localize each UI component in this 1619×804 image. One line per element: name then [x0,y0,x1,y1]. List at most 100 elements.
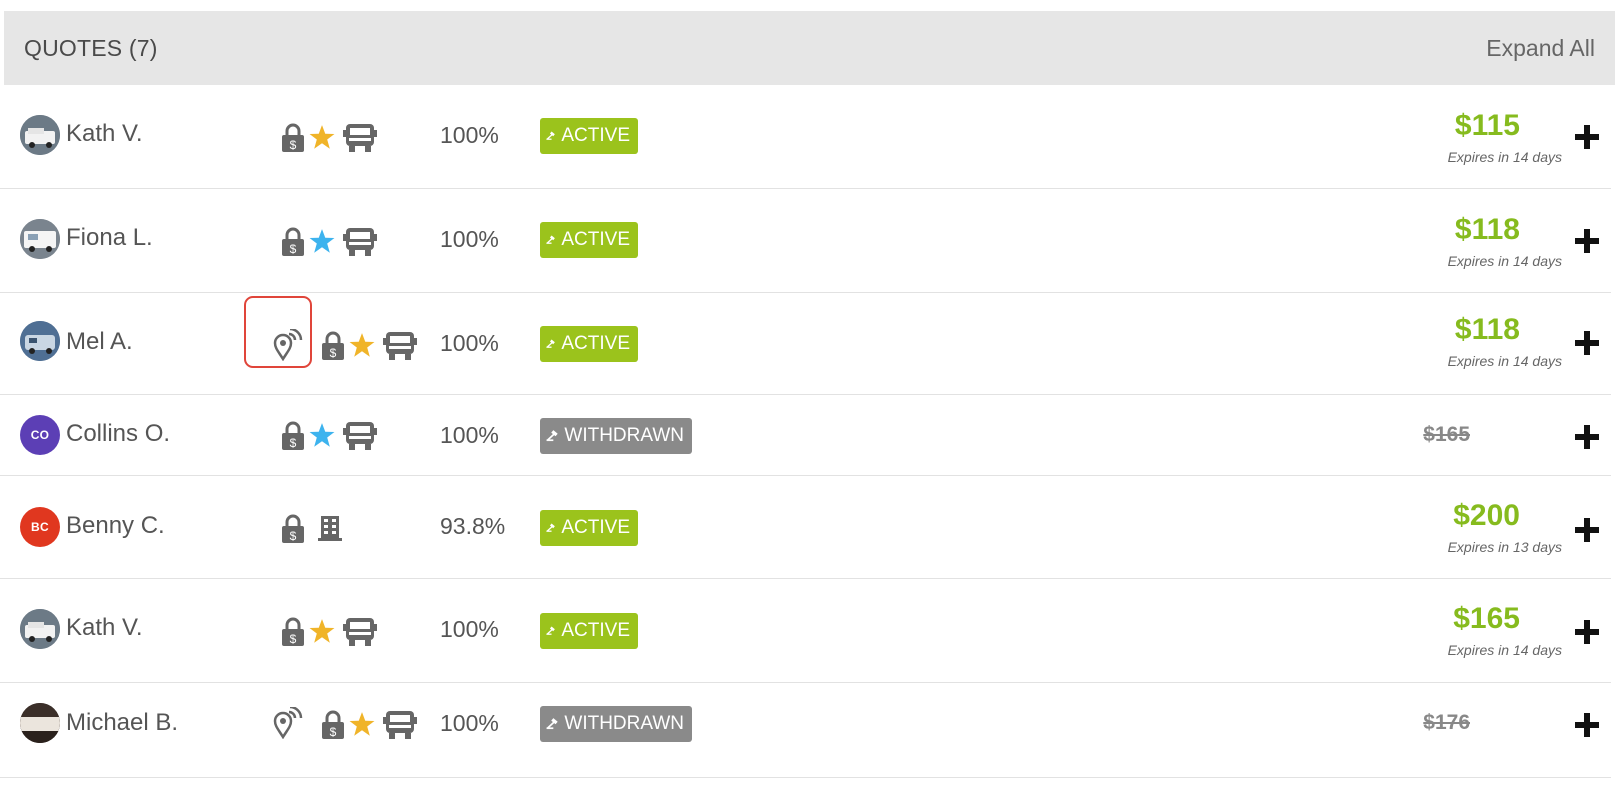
avatar: BC [20,507,60,547]
bus-icon [343,618,377,646]
gavel-icon [546,523,555,532]
status-badge: ACTIVE [540,510,638,546]
svg-text:$: $ [290,138,297,152]
status-label: WITHDRAWN [564,713,684,734]
gavel-icon [546,235,555,244]
avatar [20,703,60,743]
gavel-icon [546,339,555,348]
status-badge: ACTIVE [540,613,638,649]
quotes-title: QUOTES (7) [24,35,158,61]
match-percentage: 100% [440,710,499,736]
quote-price: $176 [1423,711,1470,734]
bus-icon [383,332,417,360]
quote-row[interactable]: Kath V. $ 100% ACTIVE $165 Expires in 14… [0,579,1611,683]
expand-plus-icon[interactable] [1575,518,1599,542]
building-icon [318,516,342,541]
avatar [20,115,60,155]
status-badge: ACTIVE [540,118,638,154]
quotes-header: QUOTES (7) Expand All [4,11,1615,85]
expand-plus-icon[interactable] [1575,125,1599,149]
lock-dollar-icon: $ [282,421,304,450]
quote-row[interactable]: Michael B. $ 100% WITHDRAWN $176 [0,683,1611,778]
star-gold-icon [309,619,335,643]
bus-icon [343,228,377,256]
match-percentage: 100% [440,616,499,642]
svg-text:$: $ [290,242,297,256]
quote-expiry: Expires in 13 days [1447,539,1562,555]
quote-expiry: Expires in 14 days [1447,353,1562,369]
star-blue-icon [309,423,335,447]
quote-price: $115 [1454,109,1520,142]
expand-all-link[interactable]: Expand All [1486,35,1595,62]
lock-dollar-icon: $ [282,227,304,256]
lock-dollar-icon: $ [282,617,304,646]
svg-text:$: $ [290,529,297,543]
svg-text:$: $ [330,725,337,739]
gavel-icon [546,718,558,730]
quote-row[interactable]: CO Collins O. $ 100% WITHDRAWN $165 [0,395,1611,476]
match-percentage: 100% [440,226,499,252]
status-label: ACTIVE [561,125,630,146]
quote-price: $200 [1453,499,1520,532]
status-label: ACTIVE [561,620,630,641]
quote-row[interactable]: BC Benny C. $ 93.8% ACTIVE $200 Expires … [0,476,1611,579]
bus-icon [343,124,377,152]
gavel-icon [546,430,558,442]
status-label: ACTIVE [561,517,630,538]
avatar [20,609,60,649]
star-gold-icon [349,333,375,357]
quote-expiry: Expires in 14 days [1447,253,1562,269]
svg-text:$: $ [330,346,337,360]
quote-expiry: Expires in 14 days [1447,642,1562,658]
provider-name[interactable]: Michael B. [66,709,178,737]
expand-plus-icon[interactable] [1575,331,1599,355]
bus-icon [383,711,417,739]
quote-row[interactable]: Mel A. $ 100% ACTIVE $118 Expires in 14 … [0,293,1611,395]
provider-name[interactable]: Fiona L. [66,224,153,252]
provider-name[interactable]: Kath V. [66,614,143,642]
quote-price: $165 [1423,423,1470,446]
quote-expiry: Expires in 14 days [1447,149,1562,165]
provider-name[interactable]: Benny C. [66,512,165,540]
quote-row[interactable]: Kath V. $ 100% ACTIVE $115 Expires in 14… [0,85,1611,189]
match-percentage: 100% [440,422,499,448]
provider-name[interactable]: Kath V. [66,120,143,148]
lock-dollar-icon: $ [282,123,304,152]
avatar [20,219,60,259]
gavel-icon [546,626,555,635]
quotes-panel: QUOTES (7) Expand All [4,11,1615,85]
quote-price: $118 [1454,213,1520,246]
star-gold-icon [309,125,335,149]
provider-name[interactable]: Collins O. [66,420,170,448]
svg-text:$: $ [290,436,297,450]
avatar [20,321,60,361]
lock-dollar-icon: $ [322,331,344,360]
location-signal-icon [273,707,303,739]
star-blue-icon [309,229,335,253]
quote-price: $165 [1453,602,1520,635]
quote-row[interactable]: Fiona L. $ 100% ACTIVE $118 Expires in 1… [0,189,1611,293]
avatar: CO [20,415,60,455]
lock-dollar-icon: $ [282,514,304,543]
expand-plus-icon[interactable] [1575,425,1599,449]
status-badge: ACTIVE [540,326,638,362]
gavel-icon [546,131,555,140]
provider-name[interactable]: Mel A. [66,328,133,356]
svg-text:$: $ [290,632,297,646]
match-percentage: 93.8% [440,513,506,539]
status-label: ACTIVE [561,333,630,354]
lock-dollar-icon: $ [322,710,344,739]
status-label: ACTIVE [561,229,630,250]
status-badge: WITHDRAWN [540,418,692,454]
highlight-box [244,296,312,368]
expand-plus-icon[interactable] [1575,713,1599,737]
status-badge: WITHDRAWN [540,706,692,742]
expand-plus-icon[interactable] [1575,620,1599,644]
quote-price: $118 [1454,313,1520,346]
match-percentage: 100% [440,330,499,356]
star-gold-icon [349,712,375,736]
status-label: WITHDRAWN [564,425,684,446]
bus-icon [343,422,377,450]
expand-plus-icon[interactable] [1575,229,1599,253]
match-percentage: 100% [440,122,499,148]
